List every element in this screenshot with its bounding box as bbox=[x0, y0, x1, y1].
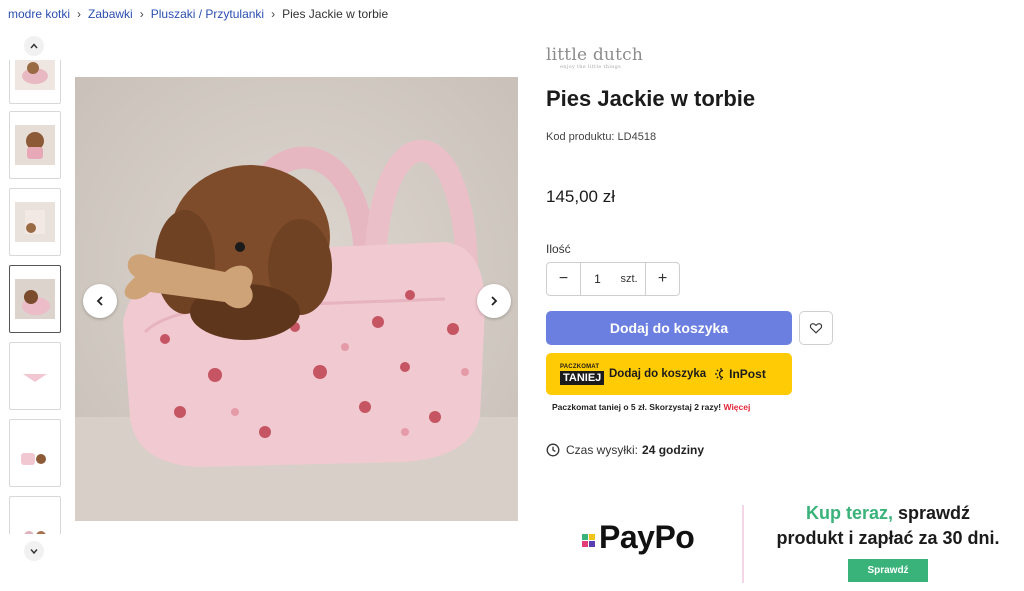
paypo-check-button[interactable]: Sprawdź bbox=[848, 559, 928, 582]
thumbnails-scroll-down-button[interactable] bbox=[24, 541, 44, 561]
quantity-label: Ilość bbox=[546, 242, 571, 256]
thumbnail-image-icon bbox=[15, 125, 55, 165]
paypo-headline-rest: sprawdź bbox=[898, 503, 971, 523]
inpost-add-to-cart-button[interactable]: PACZKOMAT TANIEJ Dodaj do koszyka InPost bbox=[546, 353, 792, 395]
breadcrumb-separator-icon: › bbox=[139, 7, 144, 21]
thumbnail-5[interactable] bbox=[9, 342, 61, 410]
badge-top-text: PACZKOMAT bbox=[560, 363, 600, 370]
breadcrumb-separator-icon: › bbox=[271, 7, 276, 21]
thumbnail-image-icon bbox=[15, 202, 55, 242]
shipping-time: Czas wysyłki: 24 godziny bbox=[546, 443, 704, 457]
quantity-stepper: − szt. + bbox=[546, 262, 680, 296]
product-price: 145,00 zł bbox=[546, 187, 615, 206]
quantity-input[interactable] bbox=[588, 272, 607, 286]
quantity-unit: szt. bbox=[620, 273, 638, 285]
shipping-label: Czas wysyłki: bbox=[566, 443, 639, 457]
thumbnail-2[interactable] bbox=[9, 111, 61, 179]
breadcrumb: modre kotki › Zabawki › Pluszaki / Przyt… bbox=[8, 6, 388, 22]
clock-icon bbox=[546, 443, 560, 457]
thumbnail-7[interactable] bbox=[9, 496, 61, 534]
paypo-divider bbox=[742, 505, 744, 583]
product-code: Kod produktu: LD4518 bbox=[546, 131, 657, 143]
thumbnail-3[interactable] bbox=[9, 188, 61, 256]
product-title: Pies Jackie w torbie bbox=[546, 86, 756, 111]
paypo-headline-line2: produkt i zapłać za 30 dni. bbox=[776, 528, 1000, 548]
inpost-note-text: Paczkomat taniej o 5 zł. Skorzystaj 2 ra… bbox=[552, 402, 722, 412]
chevron-right-icon bbox=[491, 296, 498, 306]
quantity-decrease-button[interactable]: − bbox=[547, 263, 581, 295]
product-photo bbox=[75, 77, 518, 521]
paczkomat-taniej-badge: PACZKOMAT TANIEJ bbox=[560, 363, 605, 385]
thumbnail-image-icon bbox=[15, 510, 55, 534]
paypo-logo: PayPo bbox=[582, 519, 695, 555]
thumbnail-strip bbox=[8, 60, 62, 534]
breadcrumb-current: Pies Jackie w torbie bbox=[282, 7, 389, 21]
quantity-value-area: szt. bbox=[581, 263, 645, 295]
breadcrumb-link-pluszaki[interactable]: Pluszaki / Przytulanki bbox=[151, 7, 264, 21]
inpost-button-label: Dodaj do koszyka bbox=[609, 368, 707, 380]
thumbnail-image-icon bbox=[15, 433, 55, 473]
add-to-cart-button[interactable]: Dodaj do koszyka bbox=[546, 311, 792, 345]
gallery-next-button[interactable] bbox=[477, 284, 511, 318]
inpost-logo-text: InPost bbox=[729, 367, 766, 381]
paypo-mark-icon bbox=[582, 534, 596, 548]
paypo-headline: Kup teraz, sprawdź produkt i zapłać za 3… bbox=[752, 501, 1024, 551]
breadcrumb-link-home[interactable]: modre kotki bbox=[8, 7, 70, 21]
chevron-left-icon bbox=[96, 296, 103, 306]
chevron-down-icon bbox=[30, 549, 38, 555]
thumbnails-scroll-up-button[interactable] bbox=[24, 36, 44, 56]
brand-name: little dutch bbox=[546, 45, 643, 65]
thumbnail-1[interactable] bbox=[9, 60, 61, 104]
chevron-up-icon bbox=[30, 43, 38, 49]
brand-logo[interactable]: little dutch enjoy the little things bbox=[546, 46, 643, 70]
thumbnail-image-icon bbox=[15, 60, 55, 90]
breadcrumb-link-zabawki[interactable]: Zabawki bbox=[88, 7, 133, 21]
main-product-image[interactable] bbox=[75, 77, 518, 521]
paypo-headline-accent: Kup teraz, bbox=[805, 503, 893, 523]
thumbnail-4[interactable] bbox=[9, 265, 61, 333]
paypo-logo-text: PayPo bbox=[599, 519, 695, 555]
thumbnail-image-icon bbox=[15, 279, 55, 319]
inpost-note: Paczkomat taniej o 5 zł. Skorzystaj 2 ra… bbox=[552, 402, 750, 412]
heart-icon bbox=[809, 323, 823, 334]
badge-bottom-text: TANIEJ bbox=[560, 370, 605, 385]
breadcrumb-separator-icon: › bbox=[77, 7, 82, 21]
inpost-more-link[interactable]: Więcej bbox=[724, 402, 751, 412]
inpost-sun-icon bbox=[715, 368, 724, 380]
gallery-prev-button[interactable] bbox=[83, 284, 117, 318]
thumbnail-image-icon bbox=[15, 356, 55, 396]
inpost-logo: InPost bbox=[714, 367, 766, 381]
thumbnail-6[interactable] bbox=[9, 419, 61, 487]
shipping-value: 24 godziny bbox=[642, 443, 705, 457]
add-to-wishlist-button[interactable] bbox=[799, 311, 833, 345]
quantity-increase-button[interactable]: + bbox=[645, 263, 679, 295]
